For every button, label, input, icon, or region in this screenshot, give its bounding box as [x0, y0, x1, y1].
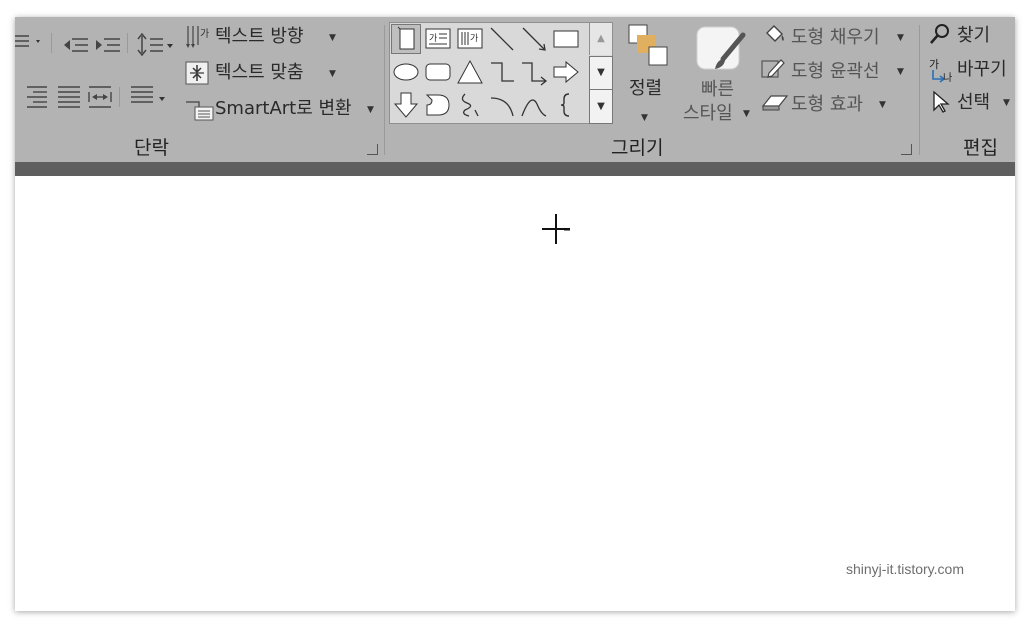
chevron-down-icon: ▼	[367, 105, 374, 115]
shape-brace-icon[interactable]	[551, 90, 581, 120]
editing-group-label: 편집	[963, 137, 998, 159]
increase-indent-icon[interactable]	[95, 35, 121, 55]
shape-arrow-line-icon[interactable]	[519, 24, 549, 54]
shape-arc-icon[interactable]	[487, 90, 517, 120]
slide-canvas[interactable]	[15, 176, 1015, 611]
watermark: shinyj-it.tistory.com	[846, 561, 964, 577]
shape-effects-icon	[761, 95, 789, 111]
svg-text:가: 가	[470, 33, 478, 44]
justify-icon[interactable]	[57, 83, 81, 109]
gallery-scroll-down-icon[interactable]: ▼	[589, 56, 613, 90]
shape-elbow-arrow-icon[interactable]	[519, 57, 549, 87]
drawing-group-label: 그리기	[611, 137, 664, 159]
svg-text:나: 나	[943, 72, 952, 83]
shape-oval-icon[interactable]	[391, 57, 421, 87]
shape-fill-label: 도형 채우기	[791, 27, 880, 48]
shape-rectangle-icon[interactable]	[551, 24, 581, 54]
shape-line-icon[interactable]	[487, 24, 517, 54]
select-label: 선택	[957, 92, 991, 113]
shape-curve-icon[interactable]	[519, 90, 549, 120]
shape-effects-label: 도형 효과	[791, 94, 863, 115]
cursor-arrow-icon	[933, 90, 950, 113]
text-direction-label: 텍스트 방향	[215, 26, 304, 47]
shape-vertical-textbox-icon[interactable]: 가	[455, 24, 485, 54]
gallery-scroll-up-icon[interactable]: ▲	[589, 23, 612, 55]
columns-icon[interactable]	[129, 83, 169, 109]
quick-styles-button[interactable]: 빠른 스타일 ▼	[679, 23, 755, 135]
paragraph-dialog-launcher-icon[interactable]	[367, 144, 378, 155]
paragraph-group-label: 단락	[134, 137, 169, 159]
quick-styles-label-line1: 빠른	[701, 79, 735, 100]
pencil-icon	[761, 59, 785, 78]
smartart-icon	[186, 101, 214, 121]
svg-text:가: 가	[929, 58, 939, 71]
shape-flowchart-icon[interactable]	[423, 90, 453, 120]
paint-bucket-icon	[766, 25, 784, 42]
line-spacing-icon[interactable]	[137, 33, 175, 57]
shape-elbow-connector-icon[interactable]	[487, 57, 517, 87]
chevron-down-icon: ▼	[329, 69, 336, 79]
align-right-icon[interactable]	[25, 83, 49, 109]
find-label: 찾기	[957, 25, 991, 46]
shape-triangle-icon[interactable]	[455, 57, 485, 87]
gallery-more-icon[interactable]: ▼	[589, 89, 613, 124]
replace-label: 바꾸기	[957, 59, 1007, 80]
quick-styles-label-line2: 스타일	[683, 103, 733, 124]
paintbrush-icon	[696, 26, 746, 70]
convert-smartart-label: SmartArt로 변환	[215, 98, 352, 119]
drawing-dialog-launcher-icon[interactable]	[901, 144, 912, 155]
crosshair-cursor-icon	[542, 214, 570, 244]
chevron-down-icon: ▼	[897, 67, 904, 77]
chevron-down-icon: ▼	[641, 113, 648, 123]
shapes-gallery: 가 가	[389, 22, 613, 124]
shape-textbox-vertical-icon[interactable]	[391, 24, 421, 54]
chevron-down-icon: ▼	[897, 33, 904, 43]
chevron-down-icon: ▼	[329, 33, 336, 43]
align-text-label: 텍스트 맞춤	[215, 62, 304, 83]
shape-textbox-icon[interactable]: 가	[423, 24, 453, 54]
ribbon: 가 텍스트 방향 ▼ 텍스트 맞춤 ▼ SmartArt로 변환 ▼ 단락 가 …	[15, 17, 1015, 162]
align-text-icon	[185, 61, 209, 85]
decrease-indent-icon[interactable]	[63, 35, 89, 55]
shape-rounded-rectangle-icon[interactable]	[423, 57, 453, 87]
chevron-down-icon: ▼	[743, 109, 750, 119]
shape-freeform-icon[interactable]	[455, 90, 485, 120]
bullet-list-icon	[15, 35, 40, 47]
chevron-down-icon: ▼	[879, 100, 886, 110]
distributed-icon[interactable]	[87, 83, 113, 109]
svg-text:가: 가	[429, 33, 437, 44]
shape-down-arrow-icon[interactable]	[391, 90, 421, 120]
text-direction-icon: 가	[186, 26, 209, 48]
arrange-icon	[628, 24, 668, 66]
shape-outline-label: 도형 윤곽선	[791, 61, 880, 82]
replace-icon: 가 나	[929, 58, 952, 83]
ribbon-bottom-border	[15, 162, 1015, 176]
search-icon	[930, 24, 949, 44]
app-window: 가 텍스트 방향 ▼ 텍스트 맞춤 ▼ SmartArt로 변환 ▼ 단락 가 …	[15, 17, 1015, 611]
shape-right-arrow-icon[interactable]	[551, 57, 581, 87]
arrange-button[interactable]: 정렬 ▼	[621, 23, 673, 127]
arrange-label: 정렬	[629, 78, 663, 99]
chevron-down-icon: ▼	[1003, 98, 1010, 108]
svg-text:가: 가	[200, 28, 209, 40]
